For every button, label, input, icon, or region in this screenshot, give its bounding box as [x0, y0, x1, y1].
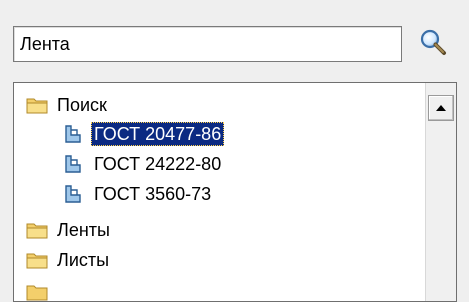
folder-icon [26, 282, 48, 301]
tree-item-label: Ленты [57, 220, 110, 240]
folder-icon [26, 95, 48, 115]
tree-item-label: Листы [57, 250, 110, 270]
arrow-up-icon [435, 99, 447, 117]
tree-item-label: ГОСТ 24222-80 [94, 154, 222, 174]
tree-item-search-folder[interactable]: Поиск [26, 90, 110, 120]
search-input[interactable]: Лента [13, 26, 402, 62]
tree-panel: Поиск ГОСТ 20477-86 ГОСТ 24222-80 ГОСТ 3… [13, 82, 457, 302]
vertical-scrollbar[interactable] [425, 83, 456, 301]
tree-item-gost-20477[interactable]: ГОСТ 20477-86 [63, 119, 225, 149]
tree-item-label: Поиск [57, 95, 107, 115]
magnifier-icon [419, 28, 447, 61]
scroll-up-button[interactable] [428, 95, 454, 121]
tree-item-partial [26, 277, 54, 301]
tree-item-gost-3560[interactable]: ГОСТ 3560-73 [63, 179, 214, 209]
profile-part-icon [63, 184, 85, 204]
tree-item-lenty-folder[interactable]: Ленты [26, 215, 113, 245]
folder-icon [26, 250, 48, 270]
tree-item-label: ГОСТ 20477-86 [91, 122, 225, 146]
profile-part-icon [63, 124, 85, 144]
tree-item-label: ГОСТ 3560-73 [94, 184, 212, 204]
tree-item-listy-folder[interactable]: Листы [26, 245, 112, 275]
folder-icon [26, 220, 48, 240]
profile-part-icon [63, 154, 85, 174]
search-button[interactable] [416, 26, 450, 62]
tree-item-gost-24222[interactable]: ГОСТ 24222-80 [63, 149, 224, 179]
tree-view: Поиск ГОСТ 20477-86 ГОСТ 24222-80 ГОСТ 3… [14, 83, 426, 301]
